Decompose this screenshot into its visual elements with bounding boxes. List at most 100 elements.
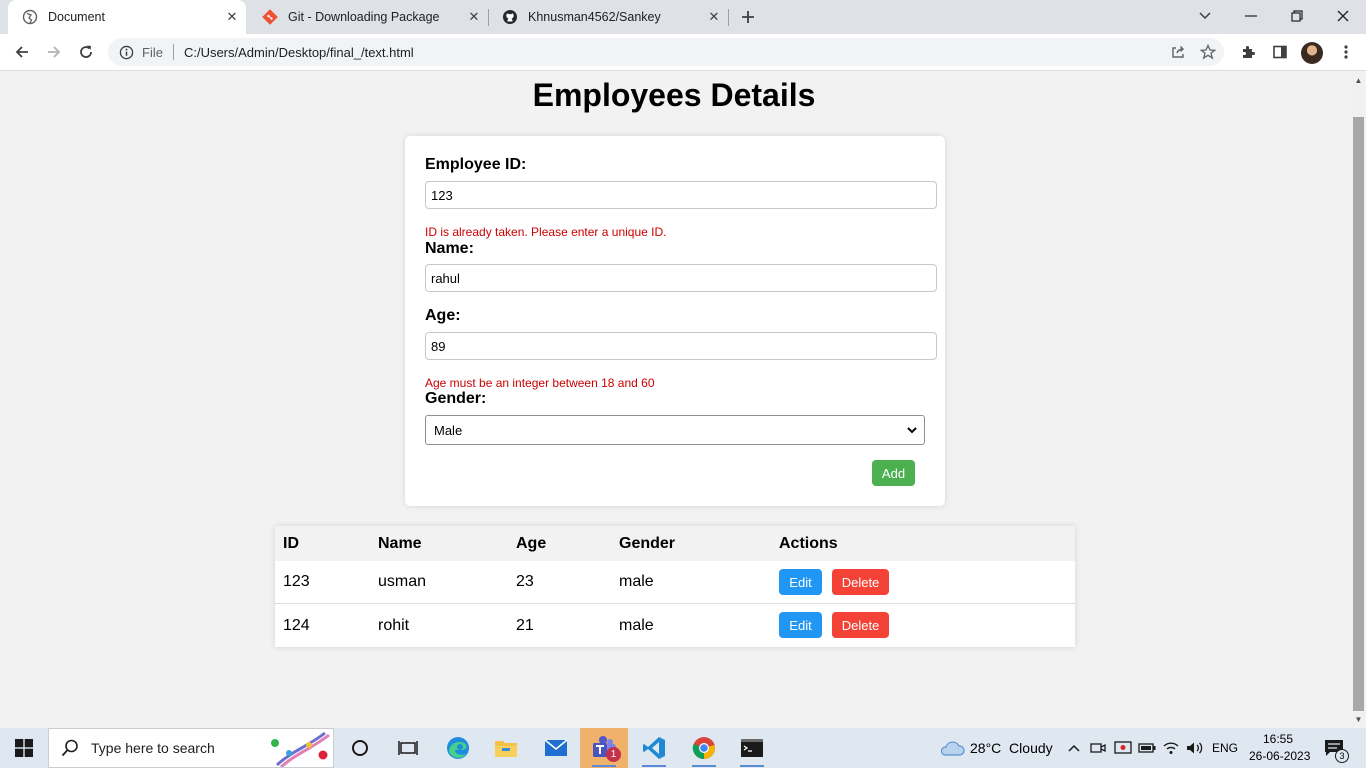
task-view-icon: [398, 741, 418, 755]
info-icon[interactable]: [118, 44, 134, 60]
new-tab-button[interactable]: [736, 5, 760, 29]
globe-icon: [22, 9, 38, 25]
volume-icon[interactable]: [1184, 728, 1206, 768]
terminal-icon: [741, 739, 763, 757]
teams-badge: 1: [606, 747, 621, 762]
wifi-icon[interactable]: [1160, 728, 1182, 768]
tab-title: Document: [48, 10, 105, 24]
taskbar-file-explorer[interactable]: [482, 728, 530, 768]
employee-id-input[interactable]: 123: [425, 181, 937, 209]
gender-label: Gender:: [425, 390, 487, 407]
weather-icon[interactable]: [936, 728, 968, 768]
restore-icon: [1291, 10, 1303, 22]
clock-time[interactable]: 16:55: [1263, 732, 1293, 746]
restore-button[interactable]: [1274, 0, 1320, 32]
cell-name: usman: [378, 573, 427, 590]
tab-document[interactable]: Document ✕: [8, 0, 246, 34]
back-button[interactable]: [8, 38, 36, 66]
cell-age: 21: [516, 616, 534, 634]
age-label: Age:: [425, 307, 461, 324]
task-view-button[interactable]: [384, 728, 432, 768]
close-icon: [1337, 10, 1349, 22]
page-scrollbar[interactable]: ▲ ▼: [1351, 71, 1366, 728]
folder-icon: [495, 741, 517, 757]
cortana-circle-icon: [352, 740, 368, 756]
taskbar-chrome[interactable]: [680, 728, 728, 768]
gender-select[interactable]: Male: [425, 415, 925, 445]
chevron-down-icon: [1199, 12, 1211, 20]
url-text[interactable]: C:/Users/Admin/Desktop/final_/text.html: [184, 45, 1164, 60]
vscode-icon: [643, 737, 665, 759]
git-icon: [262, 9, 278, 25]
bookmark-star-icon[interactable]: [1194, 38, 1222, 66]
delete-button[interactable]: Delete: [832, 612, 889, 638]
chrome-icon: [692, 737, 715, 760]
age-input[interactable]: 89: [425, 332, 937, 360]
forward-button[interactable]: [40, 38, 68, 66]
add-button[interactable]: Add: [872, 460, 915, 486]
profile-avatar[interactable]: [1301, 42, 1323, 64]
tab-close-icon[interactable]: ✕: [222, 7, 242, 27]
puzzle-icon: [1243, 46, 1255, 58]
header-age: Age: [516, 534, 547, 552]
weather-text[interactable]: 28°C Cloudy: [970, 740, 1053, 756]
tab-search-button[interactable]: [1182, 0, 1228, 32]
page-viewport: Employees Details Employee ID: 123 ID is…: [0, 71, 1351, 728]
clock-date[interactable]: 26-06-2023: [1249, 749, 1310, 763]
tab-git-download[interactable]: Git - Downloading Package ✕: [248, 0, 488, 34]
minimize-button[interactable]: [1228, 0, 1274, 32]
cell-name: rohit: [378, 616, 410, 634]
taskbar-vscode[interactable]: [630, 728, 678, 768]
tab-github-sankey[interactable]: Khnusman4562/Sankey ✕: [488, 0, 728, 34]
tab-strip: Document ✕ Git - Downloading Package ✕ K…: [0, 0, 1366, 34]
cell-id: 123: [283, 573, 310, 590]
start-button[interactable]: [0, 728, 48, 768]
show-hidden-icons-button[interactable]: [1064, 728, 1084, 768]
taskbar-terminal[interactable]: [728, 728, 776, 768]
employee-id-label: Employee ID:: [425, 156, 527, 173]
cell-id: 124: [283, 616, 310, 634]
meet-now-icon[interactable]: [1088, 728, 1108, 768]
notifications-button[interactable]: 3: [1318, 728, 1350, 768]
cortana-button[interactable]: [336, 728, 384, 768]
kebab-menu-icon: [1344, 45, 1348, 59]
browser-toolbar: File C:/Users/Admin/Desktop/final_/text.…: [0, 34, 1366, 71]
dna-search-highlight-icon: [271, 731, 330, 767]
cell-gender: male: [619, 573, 654, 590]
edit-button[interactable]: Edit: [779, 612, 822, 638]
search-placeholder: Type here to search: [91, 740, 215, 756]
id-error-message: ID is already taken. Please enter a uniq…: [425, 225, 667, 239]
taskbar-teams[interactable]: 1: [580, 728, 628, 768]
tab-close-icon[interactable]: ✕: [464, 7, 484, 27]
page-title: Employees Details: [532, 77, 816, 113]
side-panel-icon: [1273, 45, 1287, 59]
name-input[interactable]: rahul: [425, 264, 937, 292]
cloud-icon: [940, 741, 965, 756]
delete-button[interactable]: Delete: [832, 569, 889, 595]
edit-button[interactable]: Edit: [779, 569, 822, 595]
name-label: Name:: [425, 240, 474, 257]
browser-menu-button[interactable]: [1332, 38, 1360, 66]
address-bar[interactable]: File C:/Users/Admin/Desktop/final_/text.…: [108, 38, 1224, 66]
scroll-up-arrow-icon[interactable]: ▲: [1351, 73, 1366, 87]
battery-icon[interactable]: [1136, 728, 1158, 768]
language-indicator[interactable]: ENG: [1212, 741, 1238, 755]
tab-close-icon[interactable]: ✕: [704, 7, 724, 27]
table-row: 124 rohit 21 male Edit Delete: [275, 604, 1075, 647]
side-panel-button[interactable]: [1266, 38, 1294, 66]
close-window-button[interactable]: [1320, 0, 1366, 32]
taskbar-edge[interactable]: [434, 728, 482, 768]
taskbar-search-box[interactable]: Type here to search: [48, 728, 334, 768]
share-icon[interactable]: [1164, 38, 1192, 66]
screen-record-icon[interactable]: [1112, 728, 1134, 768]
extensions-button[interactable]: [1234, 38, 1262, 66]
scroll-down-arrow-icon[interactable]: ▼: [1351, 712, 1366, 726]
minimize-icon: [1245, 15, 1257, 17]
header-actions: Actions: [779, 534, 838, 552]
scroll-thumb[interactable]: [1353, 117, 1364, 711]
github-icon: [502, 9, 518, 25]
search-icon: [61, 739, 78, 757]
taskbar-mail[interactable]: [532, 728, 580, 768]
reload-button[interactable]: [72, 38, 100, 66]
reload-icon: [80, 45, 92, 58]
